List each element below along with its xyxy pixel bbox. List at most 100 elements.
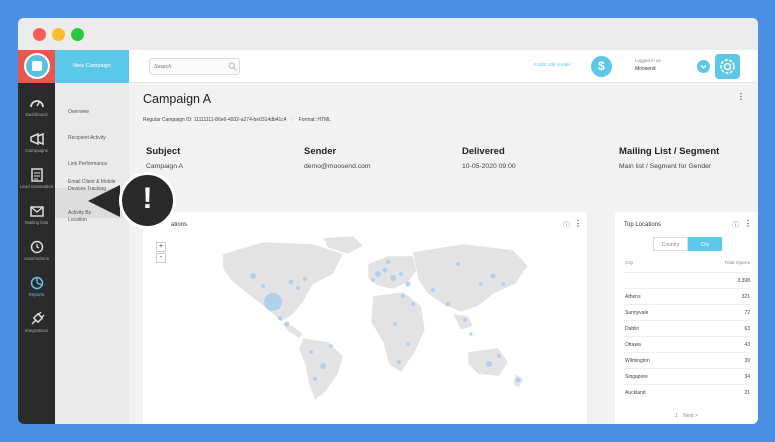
table-row: Sunnyvale 72: [624, 304, 750, 320]
subnav-recipient-activity[interactable]: Recipient Activity: [68, 135, 126, 142]
sender-value: demo@moosend.com: [304, 163, 371, 170]
icon-sidebar: Dashboard Campaigns Lead Generation Mail…: [18, 50, 55, 424]
subject-header: Subject: [146, 146, 181, 157]
nav-reports[interactable]: Reports: [18, 276, 55, 297]
world-map[interactable]: [203, 234, 533, 404]
meta-divider: |: [292, 117, 294, 123]
logged-in-label: Logged in as: [635, 58, 661, 63]
campaign-id: Regular Campaign ID: 11111111-86e6-4932-…: [143, 117, 287, 123]
table-row: Dublin 63: [624, 320, 750, 336]
tab-country[interactable]: Country: [653, 237, 688, 251]
table-row: Singapore 34: [624, 368, 750, 384]
new-campaign-button[interactable]: New Campaign: [55, 50, 129, 83]
delivered-value: 10-05-2020 09:00: [462, 163, 516, 170]
top-locations-title: Top Locations: [624, 222, 662, 228]
table-row: Auckland 21: [624, 384, 750, 400]
form-icon: [30, 168, 43, 182]
top-locations-card: Top Locations ⓘ ⋮ Country City City Tota…: [615, 212, 758, 424]
opens-cell: 63: [744, 326, 750, 332]
callout-pointer: [88, 185, 120, 217]
pagination: 1 Next >: [675, 413, 698, 419]
opens-cell: 34: [744, 374, 750, 380]
cow-face-icon: [32, 61, 42, 71]
settings-button[interactable]: [715, 54, 740, 79]
campaign-meta: Regular Campaign ID: 11111111-86e6-4932-…: [143, 117, 331, 123]
logo[interactable]: [18, 50, 55, 83]
nav-automations[interactable]: Automations: [18, 240, 55, 261]
nav-dashboard-label: Dashboard: [25, 112, 48, 117]
zoom-out-button[interactable]: -: [156, 253, 166, 263]
opens-cell: 3,398: [737, 278, 750, 284]
plug-icon: [30, 312, 44, 325]
megaphone-icon: [29, 132, 44, 146]
report-subnav: New Campaign Overview Recipient Activity…: [55, 50, 129, 424]
search-icon[interactable]: [228, 62, 237, 71]
credits-balance: 8,838,108 credits: [534, 63, 571, 68]
campaign-format: Format: HTML: [298, 117, 331, 123]
clock-icon: [30, 240, 43, 254]
callout-badge: !: [119, 172, 176, 229]
city-cell: Sunnyvale: [625, 310, 649, 316]
user-name: Moosend: [635, 66, 656, 72]
nav-lead-generation[interactable]: Lead Generation: [18, 168, 55, 189]
search-box: [149, 58, 240, 75]
speedometer-icon: [29, 100, 44, 108]
nav-dashboard[interactable]: Dashboard: [18, 96, 55, 117]
top-bar: 8,838,108 credits $ Logged in as Moosend: [129, 50, 758, 83]
map-card-title: ations: [171, 222, 188, 228]
table-row: Ottawa 43: [624, 336, 750, 352]
mailing-list-header: Mailing List / Segment: [619, 146, 720, 157]
gear-icon: [720, 59, 735, 74]
close-window-button[interactable]: [33, 28, 46, 41]
top-locations-help-icon[interactable]: ⓘ: [732, 220, 739, 230]
city-cell: Singapore: [625, 374, 648, 380]
exclamation-icon: !: [142, 182, 153, 215]
subnav-link-performance[interactable]: Link Performance: [68, 161, 126, 168]
mailing-list-value: Main list / Segment for Gender: [619, 163, 712, 170]
envelope-icon: [29, 206, 44, 217]
top-locations-more-icon[interactable]: ⋮: [744, 219, 752, 228]
user-menu-button[interactable]: [697, 60, 710, 73]
opens-cell: 21: [744, 390, 750, 396]
billing-dollar-icon[interactable]: $: [591, 56, 612, 77]
nav-campaigns-label: Campaigns: [25, 148, 48, 153]
nav-campaigns[interactable]: Campaigns: [18, 132, 55, 153]
pie-chart-icon: [30, 276, 43, 290]
opens-cell: 72: [744, 310, 750, 316]
table-row: 3,398: [624, 272, 750, 288]
title-bar: [18, 18, 758, 50]
opens-column-header: Total Opens: [724, 261, 750, 266]
city-cell: Wilmington: [625, 358, 650, 364]
city-cell: Dublin: [625, 326, 640, 332]
page-number[interactable]: 1: [675, 413, 678, 419]
delivered-header: Delivered: [462, 146, 505, 157]
help-icon[interactable]: ⓘ: [563, 220, 570, 230]
city-cell: Athens: [625, 294, 641, 300]
opens-cell: 43: [744, 342, 750, 348]
subnav-overview[interactable]: Overview: [68, 109, 126, 116]
nav-reports-label: Reports: [28, 292, 45, 297]
minimize-window-button[interactable]: [52, 28, 65, 41]
moosend-logo-icon: [24, 53, 50, 79]
page-more-icon[interactable]: ⋮: [737, 92, 745, 101]
maximize-window-button[interactable]: [71, 28, 84, 41]
nav-automations-label: Automations: [23, 256, 49, 261]
locations-map-card: ations ⓘ ⋮ + -: [143, 212, 587, 424]
map-more-icon[interactable]: ⋮: [574, 219, 582, 228]
tab-city[interactable]: City: [688, 237, 722, 251]
next-page-link[interactable]: Next >: [683, 413, 698, 419]
nav-integrations[interactable]: Integrations: [18, 312, 55, 333]
chevron-down-icon: [700, 65, 707, 69]
opens-cell: 39: [744, 358, 750, 364]
sender-header: Sender: [304, 146, 337, 157]
nav-integrations-label: Integrations: [24, 328, 49, 333]
city-column-header: City: [625, 261, 634, 266]
zoom-in-button[interactable]: +: [156, 242, 166, 252]
search-input[interactable]: [154, 62, 224, 72]
nav-mailing-lists-label: Mailing lists: [24, 220, 49, 225]
city-cell: Auckland: [625, 390, 646, 396]
nav-mailing-lists[interactable]: Mailing lists: [18, 204, 55, 225]
table-row: Wilmington 39: [624, 352, 750, 368]
city-cell: Ottawa: [625, 342, 641, 348]
nav-lead-generation-label: Lead Generation: [19, 184, 54, 189]
